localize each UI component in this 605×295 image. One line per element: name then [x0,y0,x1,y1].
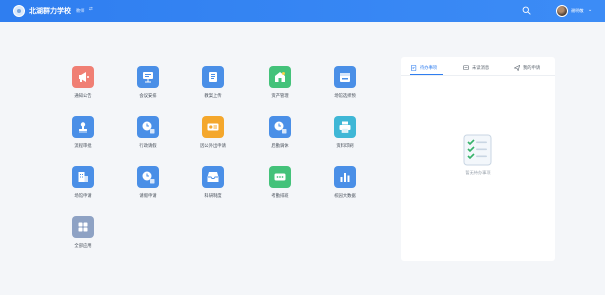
app-tile-printing[interactable]: 资料印刷 [325,116,365,160]
inbox-tray-icon [207,172,219,182]
empty-checklist-icon [463,134,492,166]
building-icon [78,172,88,182]
app-label: 因公外出申请 [200,144,226,149]
tab-my-applications[interactable]: 我的申请 [514,62,540,74]
app-tile-research-rules[interactable]: 科研制度 [193,166,233,210]
app-label: 场馆选择预 [334,94,356,99]
username[interactable]: 谢明敬 [571,8,584,14]
clock-doc-icon [142,121,155,134]
app-label: 流程审批 [74,144,92,149]
app-label: 考勤排班 [271,194,289,199]
app-tile-all-apps[interactable]: 全部应用 [63,216,103,260]
todo-panel: 待办事项 未读消息 我的申请 暂无待办事项 [401,57,555,261]
app-tile-venue-apply[interactable]: 场馆申请 [63,166,103,210]
todo-edit-icon [411,65,417,71]
search-icon[interactable] [522,6,531,15]
school-logo[interactable] [13,5,25,17]
app-label: 校园大数据 [334,194,356,199]
app-tile-logistics-leave[interactable]: 后勤调休 [260,116,300,160]
bar-chart-icon [340,173,350,182]
app-label: 会议安排 [139,94,157,99]
lesson-book-icon [209,72,217,82]
ellipsis-card-icon [274,173,286,181]
message-icon [463,65,469,70]
role-switch-icon[interactable]: ⇄ [89,7,93,12]
id-card-icon [207,123,219,131]
meeting-board-icon [143,72,153,83]
app-label: 资料印刷 [336,144,354,149]
megaphone-icon [79,72,89,82]
app-tile-campus-data[interactable]: 校园大数据 [325,166,365,210]
app-tile-leave-apply[interactable]: 请假申请 [128,166,168,210]
app-tile-asset[interactable]: 资产管理 [260,66,300,110]
tab-unread-messages[interactable]: 未读消息 [463,62,489,74]
app-tile-attendance[interactable]: 考勤排班 [260,166,300,210]
app-tile-business-trip[interactable]: 因公外出申请 [193,116,233,160]
clock-doc-icon [274,121,287,134]
app-label: 全部应用 [74,244,92,249]
user-avatar[interactable] [556,5,568,17]
app-tile-meeting[interactable]: 会议安排 [128,66,168,110]
app-label: 场馆申请 [74,194,92,199]
top-navigation-bar: 北湖群力学校 教师 ⇄ 谢明敬 ⌄ [0,0,605,22]
empty-state-text: 暂无待办事项 [465,170,491,175]
app-tile-venue-select[interactable]: 场馆选择预 [325,66,365,110]
asset-building-icon [275,72,285,82]
send-icon [514,65,520,71]
stamp-icon [79,122,87,133]
school-name[interactable]: 北湖群力学校 [29,6,71,16]
app-label: 科研制度 [204,194,222,199]
app-tile-admin-leave[interactable]: 行政请假 [128,116,168,160]
app-label: 后勤调休 [271,144,289,149]
app-label: 教案上传 [204,94,222,99]
tab-label: 未读消息 [472,66,490,71]
app-label: 通知公告 [74,94,92,99]
app-tile-notice[interactable]: 通知公告 [63,66,103,110]
tab-divider [401,75,555,76]
grid-apps-icon [78,222,88,232]
app-tile-approval[interactable]: 流程审批 [63,116,103,160]
venue-calendar-icon [340,73,350,82]
chevron-down-icon[interactable]: ⌄ [588,7,592,13]
app-label: 资产管理 [271,94,289,99]
app-label: 行政请假 [139,144,157,149]
tab-todo[interactable]: 待办事项 [411,62,437,74]
role-label[interactable]: 教师 [76,8,84,14]
tab-label: 我的申请 [523,66,541,71]
app-label: 请假申请 [139,194,157,199]
app-tile-lesson-upload[interactable]: 教案上传 [193,66,233,110]
clock-doc-icon [142,171,155,184]
tab-label: 待办事项 [420,66,438,71]
printer-icon [339,121,351,133]
